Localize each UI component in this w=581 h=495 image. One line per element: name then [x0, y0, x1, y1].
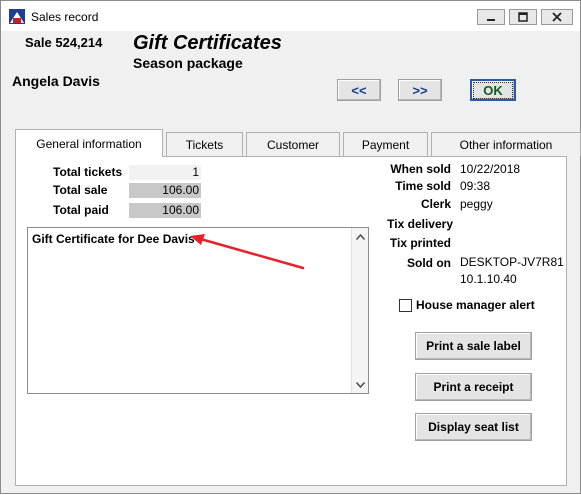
page-subtitle: Season package — [133, 55, 243, 71]
customer-name: Angela Davis — [12, 73, 100, 89]
close-icon — [542, 10, 572, 24]
clerk-value: peggy — [460, 197, 493, 211]
minimize-icon — [478, 10, 504, 24]
ok-button[interactable]: OK — [470, 79, 516, 101]
sales-record-window: Sales record Sale 524,214 Gift Certifica… — [0, 0, 581, 494]
notes-scrollbar[interactable] — [351, 228, 368, 393]
print-receipt-button[interactable]: Print a receipt — [415, 373, 532, 401]
clerk-label: Clerk — [420, 197, 451, 211]
close-button[interactable] — [541, 9, 573, 25]
maximize-icon — [510, 10, 536, 24]
title-bar: Sales record — [1, 1, 580, 31]
sold-on-label: Sold on — [407, 256, 451, 270]
total-sale-value: 106.00 — [129, 183, 201, 198]
when-sold-value: 10/22/2018 — [460, 162, 521, 176]
total-paid-label: Total paid — [53, 203, 109, 217]
tix-delivery-label: Tix delivery — [387, 217, 453, 231]
sale-number: Sale 524,214 — [25, 35, 103, 50]
total-sale-label: Total sale — [53, 183, 108, 197]
maximize-button[interactable] — [509, 9, 537, 25]
print-sale-label-button[interactable]: Print a sale label — [415, 332, 532, 360]
tab-payment[interactable]: Payment — [343, 132, 428, 156]
sold-on-ip: 10.1.10.40 — [460, 272, 517, 286]
time-sold-value: 09:38 — [460, 179, 491, 193]
tab-other-information[interactable]: Other information — [431, 132, 581, 156]
total-tickets-label: Total tickets — [53, 165, 123, 179]
general-information-panel: Total tickets 1 Total sale 106.00 Total … — [15, 156, 567, 486]
page-title: Gift Certificates — [133, 32, 282, 54]
tix-printed-label: Tix printed — [389, 236, 451, 250]
notes-textarea[interactable]: Gift Certificate for Dee Davis — [27, 227, 369, 394]
total-paid-value: 106.00 — [129, 203, 201, 218]
sold-on-value: DESKTOP-JV7R81 — [460, 255, 564, 269]
next-button[interactable]: >> — [398, 79, 442, 101]
scroll-down-icon[interactable] — [352, 376, 369, 393]
display-seat-list-button[interactable]: Display seat list — [415, 413, 532, 441]
tab-customer[interactable]: Customer — [246, 132, 340, 156]
when-sold-label: When sold — [390, 162, 451, 176]
time-sold-label: Time sold — [395, 179, 451, 193]
tab-general-information[interactable]: General information — [15, 129, 163, 157]
app-icon — [9, 9, 25, 24]
notes-text: Gift Certificate for Dee Davis — [32, 232, 195, 246]
window-title: Sales record — [31, 10, 99, 24]
previous-button[interactable]: << — [337, 79, 381, 101]
tab-tickets[interactable]: Tickets — [166, 132, 243, 156]
house-manager-alert-checkbox[interactable] — [399, 299, 412, 312]
minimize-button[interactable] — [477, 9, 505, 25]
house-manager-alert-label: House manager alert — [416, 298, 535, 312]
total-tickets-value: 1 — [129, 165, 201, 180]
ok-button-label: OK — [473, 81, 513, 99]
